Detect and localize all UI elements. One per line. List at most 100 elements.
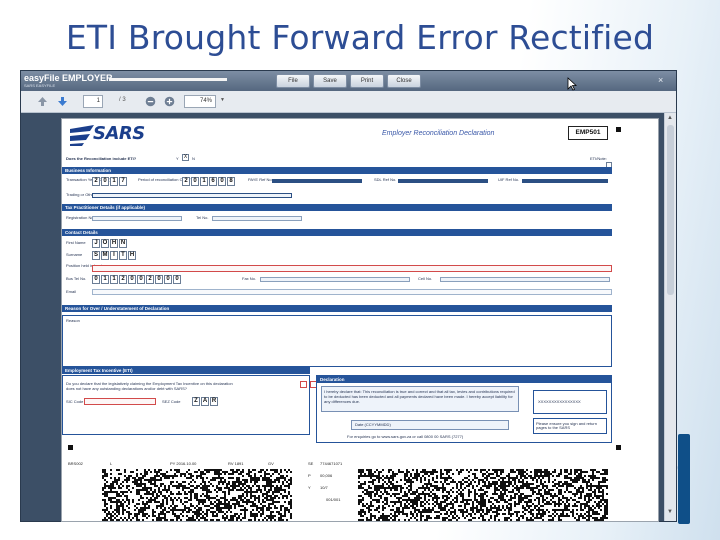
email-label: Email (66, 289, 77, 294)
cell-no-field[interactable] (440, 277, 610, 282)
char-cell: A (201, 397, 209, 406)
footer-period: PY 2016.10.00 (170, 461, 197, 466)
sic-code-label: SIC Code (66, 399, 84, 404)
char-cell: I (110, 251, 118, 260)
trading-name-field[interactable] (92, 193, 292, 198)
declaration-box: Declaration I hereby declare that: This … (316, 375, 612, 443)
section-tax-practitioner: Tax Practitioner Details (if applicable) (62, 204, 612, 211)
barcode-note-box: Please ensure you sign and return pages … (533, 418, 607, 434)
char-cell: 1 (200, 177, 208, 186)
eti-no-label: N (192, 156, 195, 161)
save-button[interactable]: Save (313, 74, 347, 88)
barcode-code-box: XXXXXXXXXXXXXXXX (533, 390, 607, 414)
char-cell: 8 (227, 177, 235, 186)
char-cell: 1 (110, 275, 118, 284)
window-close-icon[interactable]: × (658, 75, 663, 85)
footer-status: GV (268, 461, 274, 466)
barcode-right-icon (358, 469, 608, 521)
transaction-year-field[interactable]: 2 0 1 7 (92, 177, 128, 186)
date-field[interactable]: Date (CCYYMMDD) (351, 420, 509, 430)
reason-label: Reason (66, 318, 80, 323)
char-cell: H (128, 251, 136, 260)
footer-code-1: 7744671071 (320, 461, 343, 466)
zoom-level-input[interactable]: 74% (184, 95, 216, 108)
bus-tel-field[interactable]: 0 1 1 2 0 0 2 0 0 0 (92, 275, 182, 284)
zoom-in-icon[interactable] (164, 96, 175, 107)
footer-letter-1: SE (308, 461, 314, 466)
section-contact-details: Contact Details (62, 229, 612, 236)
registration-mark (616, 127, 621, 132)
footer-code-4: 001/001 (326, 497, 341, 502)
slide-title: ETI Brought Forward Error Rectified (65, 18, 655, 57)
char-cell: H (110, 239, 118, 248)
barcode-footer: BRS002 L PY 2016.10.00 RV 1891 GV SE P Y… (62, 459, 658, 521)
scroll-thumb[interactable] (667, 125, 674, 295)
app-title-bar: easyFile EMPLOYER SARS EASYFILE File Sav… (21, 71, 676, 91)
sez-code-label: SEZ Code (162, 399, 181, 404)
char-cell: 2 (146, 275, 154, 284)
logo-letters: ve (676, 444, 686, 476)
char-cell: N (119, 239, 127, 248)
tel-no-field[interactable] (212, 216, 302, 221)
zoom-out-icon[interactable] (145, 96, 156, 107)
brand-underline (109, 78, 227, 81)
previous-page-icon[interactable] (37, 96, 48, 107)
email-field[interactable] (92, 289, 612, 295)
sez-code-field[interactable]: Z A R (192, 397, 219, 406)
footer-left-mark: L (110, 461, 113, 466)
fax-no-field[interactable] (260, 277, 410, 282)
enquiries-text: For enquiries go to www.sars.gov.za or c… (347, 434, 464, 439)
scroll-up-icon[interactable]: ▲ (667, 115, 673, 121)
char-cell: O (101, 239, 109, 248)
char-cell: 0 (137, 275, 145, 284)
eti-question-label: Does the Reconciliation include ETI? (66, 156, 137, 161)
char-cell: 2 (92, 177, 100, 186)
eti-declaration-question: Do you declare that the legislatively cl… (66, 381, 233, 391)
fax-no-label: Fax No. (242, 276, 257, 281)
eti-note-label: ETI/Note: (590, 156, 607, 161)
declaration-text-box: I hereby declare that: This reconciliati… (321, 386, 519, 412)
position-field[interactable] (92, 265, 612, 272)
char-cell: 1 (110, 177, 118, 186)
page-number-input[interactable]: 1 (83, 95, 103, 108)
declaration-text: I hereby declare that: This reconciliati… (324, 389, 515, 404)
reason-box[interactable] (62, 315, 612, 367)
zoom-dropdown-icon[interactable]: ▼ (220, 97, 225, 103)
char-cell: 2 (119, 275, 127, 284)
eti-question-yes-box[interactable] (300, 381, 307, 388)
paye-ref-field[interactable] (272, 179, 362, 183)
sdl-ref-field[interactable] (398, 179, 488, 183)
vertical-scrollbar[interactable]: ▲ ▼ (664, 113, 676, 521)
char-cell: 0 (155, 275, 163, 284)
surname-label: Surname (66, 252, 83, 257)
form-title: Employer Reconciliation Declaration (382, 130, 495, 137)
footer-left-code: BRS002 (68, 461, 83, 466)
uif-ref-field[interactable] (522, 179, 608, 183)
eti-yes-checkbox[interactable]: X (182, 154, 189, 161)
section-eti: Employment Tax Incentive (ETI) (62, 367, 310, 374)
first-name-field[interactable]: J O H N (92, 239, 128, 248)
print-button[interactable]: Print (350, 74, 384, 88)
mouse-cursor-icon (567, 77, 577, 91)
footer-letter-3: Y (308, 485, 311, 490)
char-cell: 2 (182, 177, 190, 186)
next-page-icon[interactable] (57, 96, 68, 107)
char-cell: 0 (218, 177, 226, 186)
form-code: EMP501 (568, 126, 608, 140)
sic-code-field[interactable] (84, 398, 156, 405)
char-cell: 7 (119, 177, 127, 186)
surname-field[interactable]: S M I T H (92, 251, 137, 260)
close-button[interactable]: Close (387, 74, 421, 88)
registration-label: Registration No. (66, 215, 95, 220)
file-button[interactable]: File (276, 74, 310, 88)
char-cell: S (92, 251, 100, 260)
registration-mark (616, 445, 621, 450)
period-field[interactable]: 2 0 1 6 0 8 (182, 177, 236, 186)
registration-field[interactable] (92, 216, 182, 221)
side-logo: ve (676, 424, 720, 528)
barcode-left-icon (102, 469, 292, 521)
barcode-note: Please ensure you sign and return pages … (536, 421, 597, 430)
bus-tel-label: Bus Tel No. (66, 276, 87, 281)
char-cell: 6 (209, 177, 217, 186)
scroll-down-icon[interactable]: ▼ (667, 509, 673, 515)
